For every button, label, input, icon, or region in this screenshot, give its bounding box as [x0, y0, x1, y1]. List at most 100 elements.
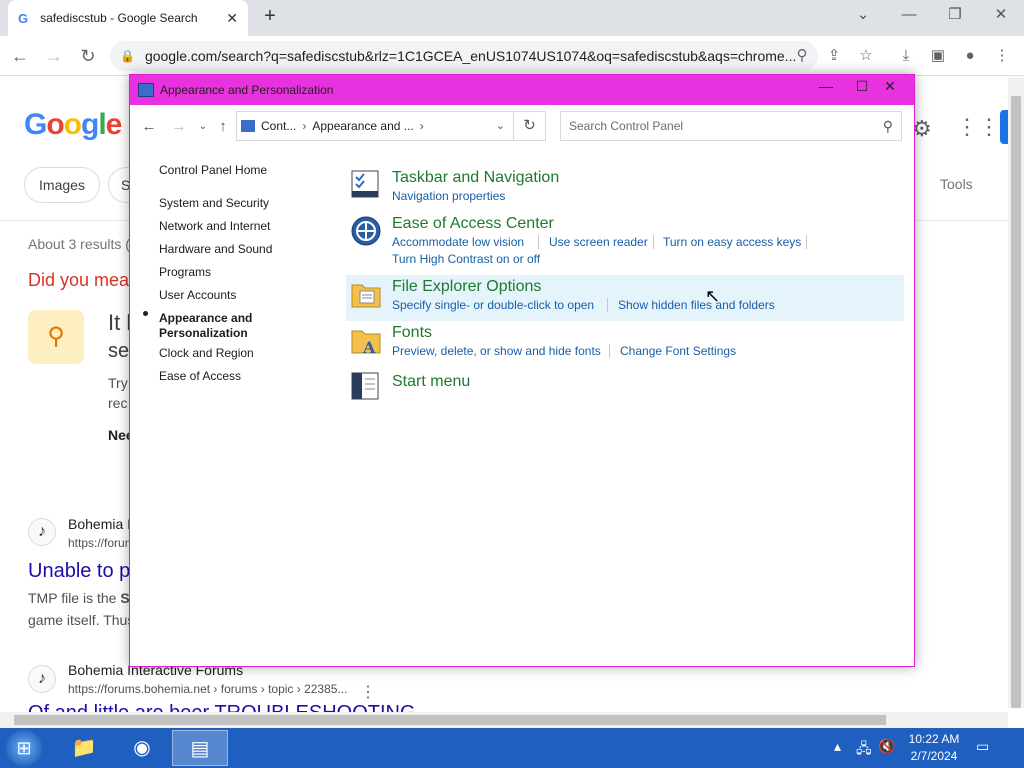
- breadcrumb-item[interactable]: Appearance and ...: [312, 119, 413, 133]
- result1-title-link[interactable]: Unable to p: [28, 560, 130, 583]
- reload-icon[interactable]: ↻: [76, 44, 100, 68]
- nav-hardware-sound[interactable]: Hardware and Sound: [159, 242, 272, 256]
- category-file-explorer-options[interactable]: File Explorer Options: [392, 278, 541, 296]
- control-panel-window: Appearance and Personalization — ☐ ✕ ← →…: [129, 74, 915, 667]
- profile-icon[interactable]: ●: [958, 44, 982, 68]
- tab-search-icon[interactable]: ⌄: [840, 0, 886, 32]
- share-icon[interactable]: ⇪: [822, 44, 846, 68]
- breadcrumb-item[interactable]: Cont...: [261, 119, 296, 133]
- ease-of-access-icon: [351, 216, 381, 246]
- control-panel-icon: [138, 83, 154, 97]
- link-separator: [538, 235, 539, 249]
- bookmark-star-icon[interactable]: ☆: [854, 44, 878, 68]
- nav-network-internet[interactable]: Network and Internet: [159, 219, 270, 233]
- cp-recent-chevron-icon[interactable]: ⌄: [192, 117, 214, 137]
- suggestion-heading-line1: It l: [108, 310, 132, 335]
- breadcrumb-chevron-icon[interactable]: ›: [302, 119, 306, 133]
- suggestion-text-line1: Try: [108, 375, 128, 391]
- google-logo[interactable]: Google: [24, 108, 122, 142]
- result1-snippet-line1: TMP file is the S: [28, 590, 130, 606]
- file-explorer-options-icon: [351, 284, 381, 308]
- suggestion-text-line2: rec: [108, 395, 128, 411]
- tools-button[interactable]: Tools: [940, 176, 973, 192]
- cp-minimize-button[interactable]: —: [808, 75, 844, 97]
- lock-icon: 🔒: [120, 49, 135, 63]
- window-title: Appearance and Personalization: [160, 83, 334, 97]
- cp-back-icon[interactable]: ←: [138, 117, 160, 137]
- file-explorer-taskbar-icon[interactable]: 📁: [56, 730, 112, 766]
- chrome-taskbar-icon[interactable]: ◉: [114, 730, 170, 766]
- result2-more-icon[interactable]: ⋮: [360, 682, 376, 702]
- nav-programs[interactable]: Programs: [159, 265, 211, 279]
- control-panel-taskbar-icon[interactable]: ▤: [172, 730, 228, 766]
- category-start-menu[interactable]: Start menu: [392, 373, 470, 391]
- side-panel-icon[interactable]: ▣: [926, 44, 950, 68]
- windows-start-button[interactable]: ⊞: [6, 730, 42, 766]
- horizontal-scroll-thumb[interactable]: [14, 715, 886, 725]
- search-icon[interactable]: ⚲: [883, 118, 893, 135]
- google-favicon-icon: G: [18, 10, 29, 26]
- minimize-button[interactable]: —: [886, 0, 932, 32]
- nav-user-accounts[interactable]: User Accounts: [159, 288, 236, 302]
- link-turn-on-easy-access-keys[interactable]: Turn on easy access keys: [663, 235, 801, 249]
- tab-title: safediscstub - Google Search: [40, 11, 198, 25]
- address-bar[interactable]: 🔒 google.com/search?q=safediscstub&rlz=1…: [110, 41, 818, 71]
- did-you-mean: Did you mea: [28, 270, 130, 290]
- address-dropdown-icon[interactable]: ⌄: [496, 119, 505, 132]
- cp-up-icon[interactable]: ↑: [212, 117, 234, 137]
- google-apps-icon[interactable]: ⋮⋮: [956, 114, 1000, 140]
- cp-refresh-icon[interactable]: ↻: [514, 111, 546, 141]
- close-window-button[interactable]: ✕: [978, 0, 1024, 32]
- close-tab-icon[interactable]: ✕: [226, 10, 238, 27]
- cp-forward-icon[interactable]: →: [168, 117, 190, 137]
- category-ease-of-access-center[interactable]: Ease of Access Center: [392, 215, 554, 233]
- control-panel-title-bar[interactable]: Appearance and Personalization: [130, 75, 914, 105]
- cp-address-bar[interactable]: Cont... › Appearance and ... › ⌄: [236, 111, 514, 141]
- current-section-bullet: [143, 311, 148, 316]
- mouse-cursor-icon: ↖: [705, 286, 721, 306]
- taskbar-navigation-icon: [351, 170, 379, 198]
- link-preview-delete-fonts[interactable]: Preview, delete, or show and hide fonts: [392, 344, 601, 358]
- result2-url[interactable]: https://forums.bohemia.net › forums › to…: [68, 682, 347, 696]
- cp-search-placeholder: Search Control Panel: [569, 119, 684, 133]
- link-use-screen-reader[interactable]: Use screen reader: [549, 235, 648, 249]
- suggestion-heading-line2: se: [108, 340, 130, 362]
- result2-title-link[interactable]: Of and little are beer TROUBLESHOOTING: [28, 702, 416, 712]
- nav-clock-region[interactable]: Clock and Region: [159, 346, 254, 360]
- system-clock[interactable]: 10:22 AM 2/7/2024: [902, 731, 966, 765]
- link-change-font-settings[interactable]: Change Font Settings: [620, 344, 736, 358]
- link-show-hidden-files[interactable]: Show hidden files and folders: [618, 298, 775, 312]
- cp-search-input[interactable]: Search Control Panel ⚲: [560, 111, 902, 141]
- bohemia-favicon-icon: ♪: [28, 665, 56, 693]
- link-separator: [806, 235, 807, 249]
- breadcrumb-chevron-icon[interactable]: ›: [420, 119, 424, 133]
- forward-icon[interactable]: →: [42, 44, 66, 68]
- link-single-double-click[interactable]: Specify single- or double-click to open: [392, 298, 594, 312]
- images-filter-chip[interactable]: Images: [24, 167, 100, 203]
- network-icon[interactable]: 🖧: [856, 738, 872, 762]
- link-navigation-properties[interactable]: Navigation properties: [392, 189, 505, 203]
- back-icon[interactable]: ←: [8, 44, 32, 68]
- result1-snippet-line2: game itself. Thus: [28, 612, 135, 628]
- browser-tab[interactable]: G safediscstub - Google Search ✕: [8, 0, 248, 36]
- chrome-menu-icon[interactable]: ⋮: [990, 44, 1014, 68]
- restore-button[interactable]: ❐: [932, 0, 978, 32]
- category-taskbar-navigation[interactable]: Taskbar and Navigation: [392, 169, 559, 187]
- fonts-icon: A: [351, 330, 381, 357]
- link-separator: [653, 235, 654, 249]
- nav-system-security[interactable]: System and Security: [159, 196, 269, 210]
- action-center-icon[interactable]: ▭: [976, 738, 989, 755]
- control-panel-home-link[interactable]: Control Panel Home: [159, 163, 267, 177]
- result1-url[interactable]: https://forun: [68, 536, 131, 550]
- download-icon[interactable]: ⤓: [894, 44, 918, 68]
- location-icon[interactable]: ⚲: [790, 44, 814, 68]
- link-turn-high-contrast[interactable]: Turn High Contrast on or off: [392, 252, 540, 266]
- show-hidden-icons-icon[interactable]: ▴: [834, 738, 841, 755]
- link-accommodate-low-vision[interactable]: Accommodate low vision: [392, 235, 524, 249]
- category-fonts[interactable]: Fonts: [392, 324, 432, 342]
- new-tab-button[interactable]: +: [258, 4, 282, 28]
- volume-muted-icon[interactable]: 🔇: [878, 738, 895, 755]
- nav-ease-of-access[interactable]: Ease of Access: [159, 369, 241, 383]
- cp-close-button[interactable]: ✕: [872, 75, 908, 97]
- vertical-scroll-thumb[interactable]: [1011, 96, 1021, 708]
